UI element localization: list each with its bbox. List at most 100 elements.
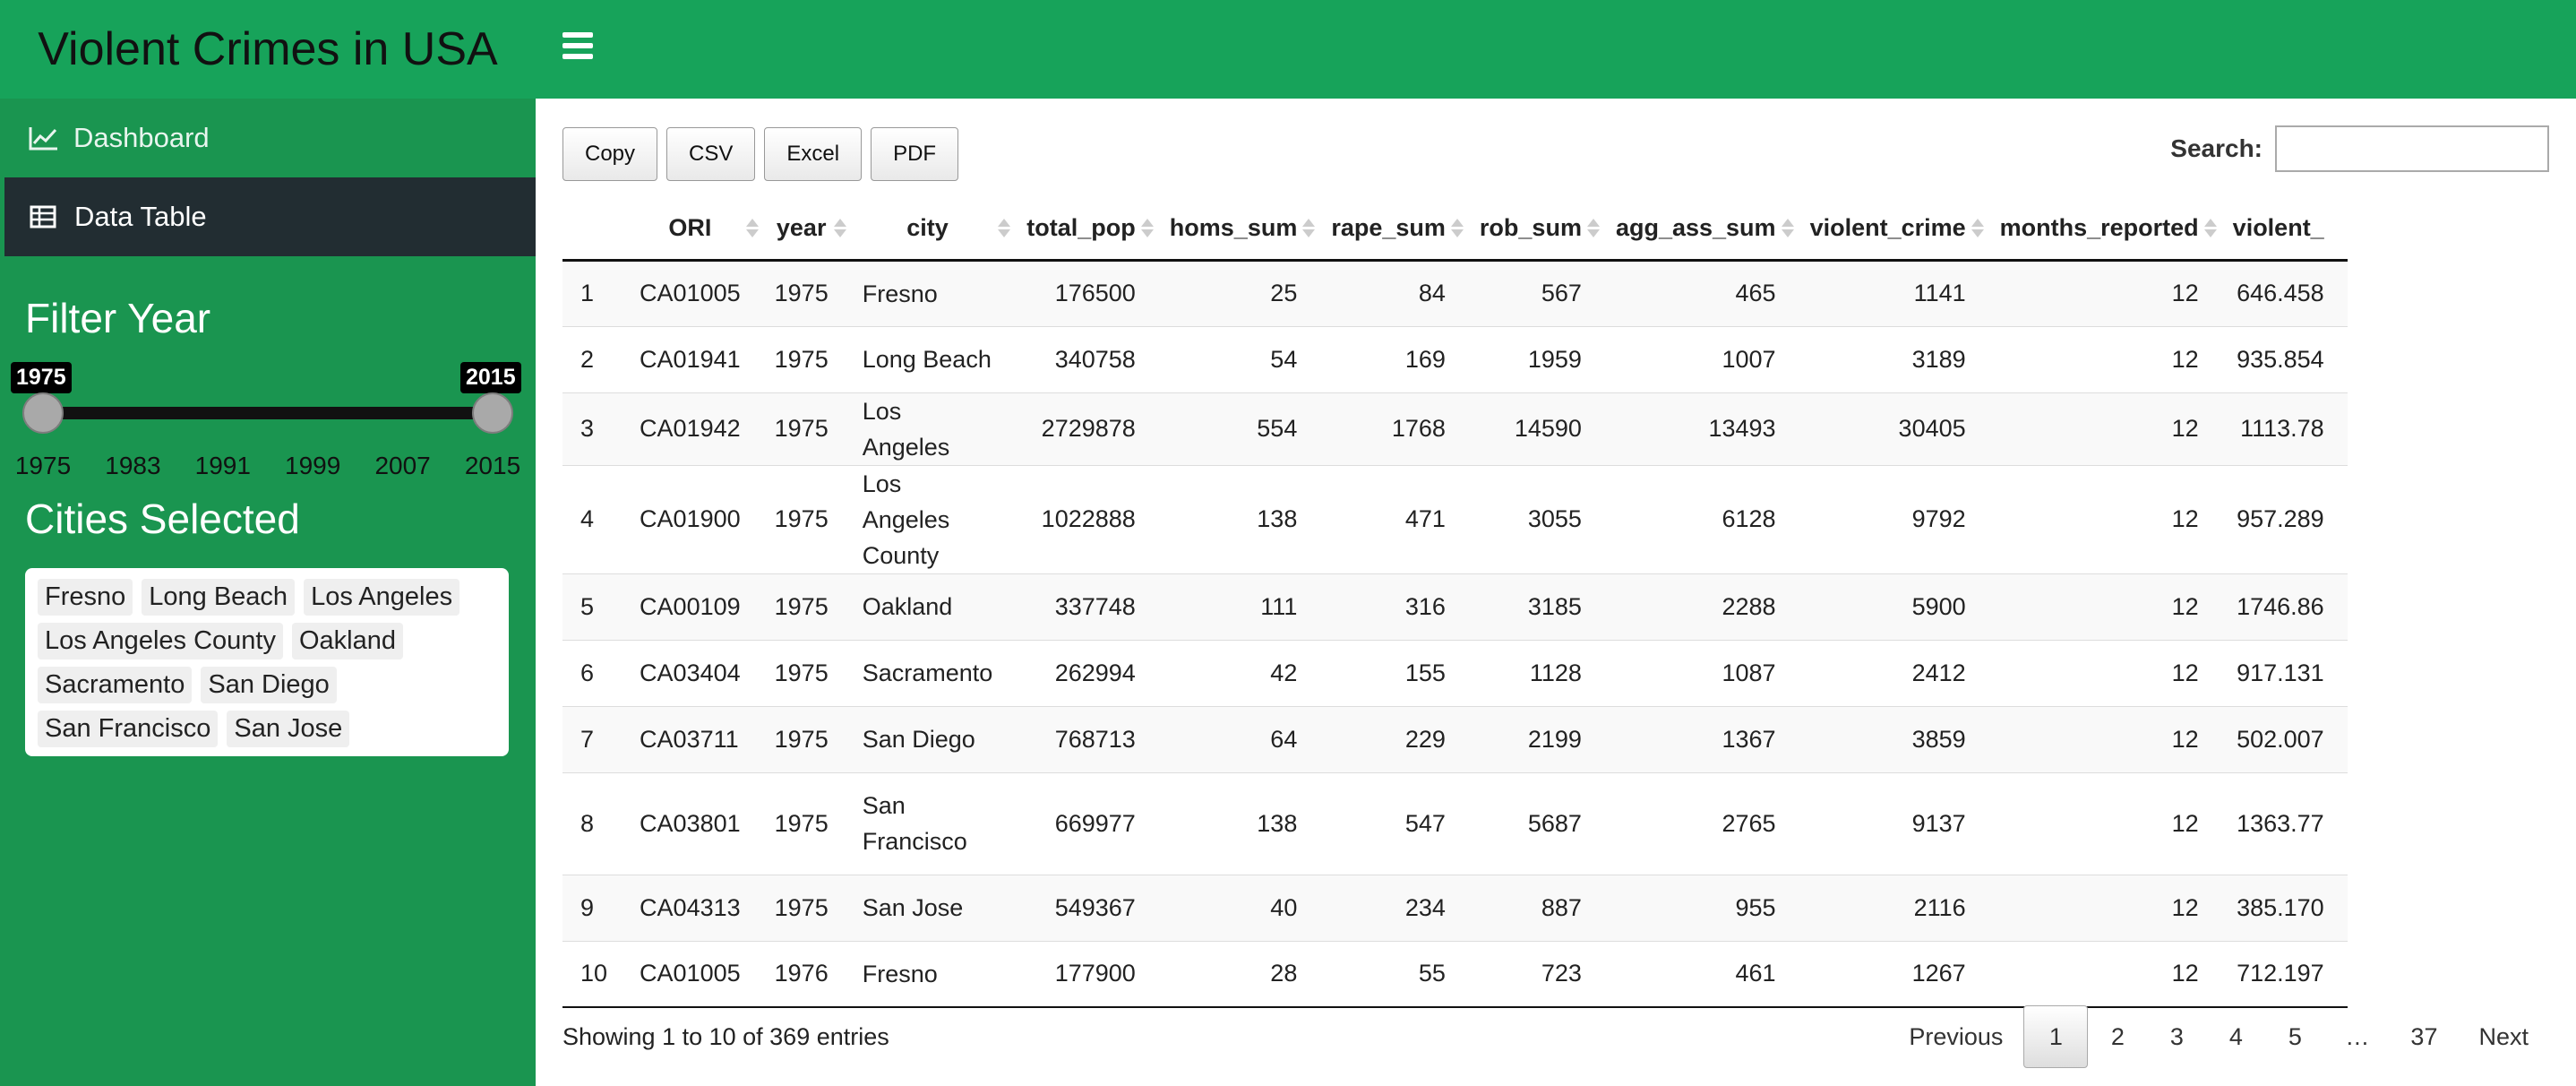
table-row[interactable]: 1 CA01005 1975 Fresno 176500 25 84 567 465 1141 12… <box>562 259 2348 326</box>
table-cell: 2116 <box>1799 874 1989 941</box>
table-row[interactable]: 7 CA03711 1975 San Diego 768713 64 229 2199 1367… <box>562 705 2348 772</box>
column-header-label: violent_ <box>2232 213 2324 241</box>
column-header-label: ORI <box>668 213 712 241</box>
column-header-violent_crime[interactable]: violent_crime <box>1799 197 1989 262</box>
column-header-label: months_reported <box>1999 213 2199 241</box>
column-header-rob_sum[interactable]: rob_sum <box>1468 197 1605 262</box>
table-row[interactable]: 6 CA03404 1975 Sacramento 262994 42 155 1128 108… <box>562 639 2348 706</box>
table-cell: 646.458 <box>2221 259 2348 326</box>
page-button[interactable]: 37 <box>2390 1005 2458 1068</box>
column-header-agg_ass_sum[interactable]: agg_ass_sum <box>1604 197 1799 262</box>
table-cell: 12 <box>1988 771 2222 875</box>
table-cell: 3859 <box>1799 705 1989 772</box>
csv-button[interactable]: CSV <box>666 127 756 181</box>
table-cell: 1959 <box>1468 325 1605 392</box>
table-cell: 12 <box>1988 259 2222 326</box>
city-chip[interactable]: Los Angeles County <box>38 623 283 659</box>
column-header-rape_sum[interactable]: rape_sum <box>1320 197 1469 262</box>
search-input[interactable] <box>2275 125 2549 172</box>
sort-icon <box>998 219 1011 240</box>
year-range-slider[interactable]: 1975 2015 1975 1983 1991 1999 2007 2015 <box>11 362 521 479</box>
table-cell: 917.131 <box>2221 639 2348 706</box>
page-button[interactable]: 1 <box>2023 1005 2089 1068</box>
app-title: Violent Crimes in USA <box>0 0 536 99</box>
hamburger-menu-icon[interactable] <box>562 30 593 61</box>
sidebar-item-data-table[interactable]: Data Table <box>0 177 536 256</box>
city-chip[interactable]: San Jose <box>227 711 350 747</box>
table-cell: Oakland <box>851 573 1017 640</box>
table-cell: 2 <box>562 325 630 392</box>
slider-to-label: 2015 <box>460 362 521 393</box>
sort-icon <box>833 219 846 240</box>
table-cell: 6 <box>562 639 630 706</box>
page-button[interactable]: 3 <box>2147 1005 2206 1068</box>
previous-button[interactable]: Previous <box>1888 1005 2023 1068</box>
table-row[interactable]: 9 CA04313 1975 San Jose 549367 40 234 887 955 211… <box>562 874 2348 941</box>
table-row[interactable]: 4 CA01900 1975 Los Angeles County 1022888 138… <box>562 464 2348 573</box>
table-cell: 1975 <box>763 639 852 706</box>
table-row[interactable]: 8 CA03801 1975 San Francisco 669977 138 547 568… <box>562 771 2348 875</box>
sort-icon <box>1971 219 1984 240</box>
pdf-button[interactable]: PDF <box>871 127 959 181</box>
table-cell: 1 <box>562 259 630 326</box>
copy-button[interactable]: Copy <box>562 127 658 181</box>
table-row[interactable]: 10 CA01005 1976 Fresno 177900 28 55 723 461 1267 1… <box>562 940 2348 1008</box>
table-cell: 6128 <box>1604 464 1799 573</box>
table-cell: 2199 <box>1468 705 1605 772</box>
table-cell: 12 <box>1988 874 2222 941</box>
data-table-container: ORI year city total_pop homs_sum rape_sum rob_… <box>562 197 2576 1008</box>
page-button[interactable]: 4 <box>2206 1005 2265 1068</box>
city-chip[interactable]: Long Beach <box>142 579 296 616</box>
filter-year-heading: Filter Year <box>25 295 211 341</box>
sort-icon <box>1302 219 1316 240</box>
table-cell: CA01942 <box>629 392 764 465</box>
table-cell: 1007 <box>1604 325 1799 392</box>
table-cell: 1363.77 <box>2221 771 2348 875</box>
slider-handle-to[interactable] <box>472 392 513 434</box>
table-cell: 768713 <box>1016 705 1159 772</box>
table-cell: CA03711 <box>629 705 764 772</box>
table-cell: 8 <box>562 771 630 875</box>
column-header-label: rape_sum <box>1331 213 1446 241</box>
table-cell: 14590 <box>1468 392 1605 465</box>
column-header-homs_sum[interactable]: homs_sum <box>1158 197 1321 262</box>
slider-handle-from[interactable] <box>22 392 64 434</box>
page-button[interactable]: 2 <box>2088 1005 2147 1068</box>
table-cell: 955 <box>1604 874 1799 941</box>
table-cell: 177900 <box>1016 940 1159 1008</box>
sidebar-item-dashboard[interactable]: Dashboard <box>0 99 536 177</box>
table-cell: 138 <box>1158 771 1321 875</box>
table-cell: CA03801 <box>629 771 764 875</box>
table-cell: CA01900 <box>629 464 764 573</box>
page-button[interactable]: 5 <box>2265 1005 2324 1068</box>
next-button[interactable]: Next <box>2458 1005 2549 1068</box>
column-header-violent_[interactable]: violent_ <box>2221 197 2348 262</box>
column-header-total_pop[interactable]: total_pop <box>1016 197 1159 262</box>
table-cell: 1975 <box>763 259 852 326</box>
column-header-year[interactable]: year <box>763 197 852 262</box>
cities-select-input[interactable]: Fresno Long Beach Los Angeles Los Angeles C… <box>25 568 509 756</box>
excel-button[interactable]: Excel <box>764 127 863 181</box>
city-chip[interactable]: Oakland <box>291 623 403 659</box>
table-cell: 25 <box>1158 259 1321 326</box>
table-row[interactable]: 3 CA01942 1975 Los Angeles 2729878 554 1768 145… <box>562 392 2348 465</box>
table-cell: 28 <box>1158 940 1321 1008</box>
column-header-city[interactable]: city <box>851 197 1017 262</box>
city-chip[interactable]: San Francisco <box>38 711 219 747</box>
table-cell: 461 <box>1604 940 1799 1008</box>
table-cell: 935.854 <box>2221 325 2348 392</box>
city-chip[interactable]: Sacramento <box>38 667 193 703</box>
table-cell: 1746.86 <box>2221 573 2348 640</box>
table-row[interactable]: 2 CA01941 1975 Long Beach 340758 54 169 1959 100… <box>562 325 2348 392</box>
column-header-ORI[interactable]: ORI <box>629 197 764 262</box>
table-cell: Fresno <box>851 259 1017 326</box>
table-row[interactable]: 5 CA00109 1975 Oakland 337748 111 316 3185 2288 5… <box>562 573 2348 640</box>
city-chip[interactable]: San Diego <box>201 667 337 703</box>
table-cell: CA01005 <box>629 259 764 326</box>
table-cell: 229 <box>1320 705 1469 772</box>
column-header-months_reported[interactable]: months_reported <box>1988 197 2222 262</box>
slider-track[interactable] <box>43 407 493 419</box>
city-chip[interactable]: Los Angeles <box>304 579 460 616</box>
city-chip[interactable]: Fresno <box>38 579 133 616</box>
table-cell: 957.289 <box>2221 464 2348 573</box>
